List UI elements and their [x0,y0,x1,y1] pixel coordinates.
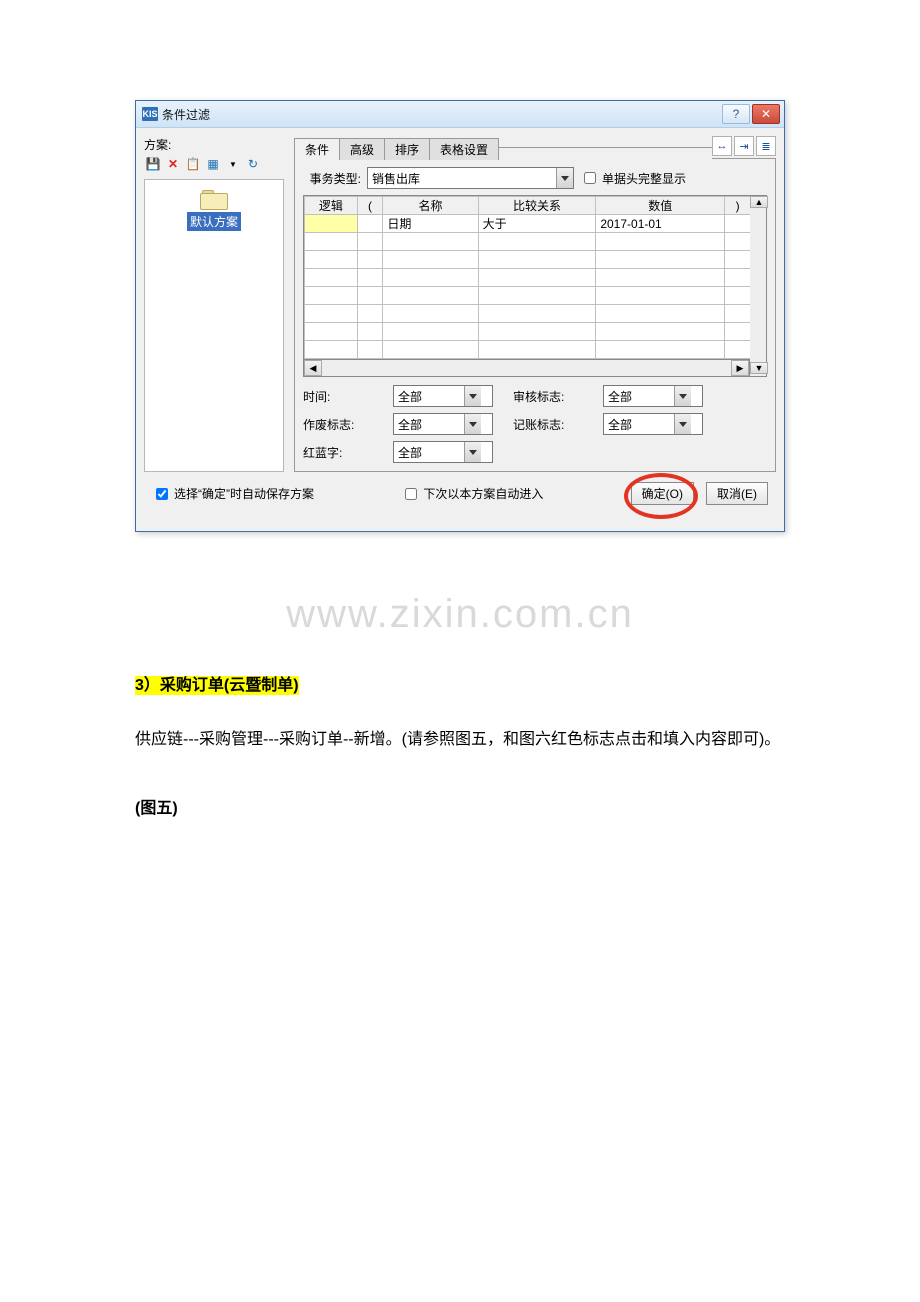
toolbar-icon-c[interactable]: ≣ [756,136,776,156]
horizontal-scrollbar[interactable]: ◀ ▶ [303,360,750,377]
delete-icon[interactable]: ✕ [164,155,182,173]
time-label: 时间: [303,388,373,405]
tab-bar: 条件 高级 排序 表格设置 [294,137,498,159]
audit-label: 审核标志: [513,388,583,405]
table-row [305,323,751,341]
filter-dialog-window: KIS 条件过滤 ? ✕ 方案: 💾 ✕ 📋 ▦ ▼ ↻ [135,100,785,532]
toolbar-icon-a[interactable]: ↔ [712,136,732,156]
scroll-right-icon[interactable]: ▶ [731,360,749,376]
copy-icon[interactable]: 📋 [184,155,202,173]
business-type-label: 事务类型: [303,170,361,187]
table-row[interactable]: 日期 大于 2017-01-01 [305,215,751,233]
col-name: 名称 [383,197,478,215]
tab-content: 事务类型: 单据头完整显示 [294,159,776,472]
table-row [305,287,751,305]
time-select[interactable] [393,385,493,407]
scheme-panel: 方案: 💾 ✕ 📋 ▦ ▼ ↻ 默认方案 [144,136,284,472]
col-logic: 逻辑 [305,197,358,215]
book-label: 记账标志: [513,416,583,433]
kis-icon: KIS [142,107,158,121]
tab-table-settings[interactable]: 表格设置 [429,138,499,160]
toolbar-icon-b[interactable]: ⇥ [734,136,754,156]
scheme-label: 方案: [144,136,284,153]
section-heading-3: 3）采购订单(云暨制单) [135,676,299,695]
business-type-select[interactable] [367,167,574,189]
chevron-down-icon[interactable] [464,386,481,406]
tab-condition[interactable]: 条件 [294,138,340,160]
table-row [305,233,751,251]
chevron-down-icon[interactable] [556,168,573,188]
refresh-icon[interactable]: ↻ [244,155,262,173]
table-row [305,305,751,323]
full-display-label: 单据头完整显示 [602,170,686,187]
figure5-caption: (图五) [135,790,785,828]
business-type-input[interactable] [368,169,556,187]
dropdown-icon[interactable]: ▼ [224,155,242,173]
table-row [305,341,751,359]
folder-icon [200,188,228,210]
grid-icon[interactable]: ▦ [204,155,222,173]
document-body: 3）采购订单(云暨制单) 供应链---采购管理---采购订单--新增。(请参照图… [135,667,785,828]
table-row [305,269,751,287]
scroll-left-icon[interactable]: ◀ [304,360,322,376]
default-scheme-item[interactable]: 默认方案 [187,212,241,231]
help-button[interactable]: ? [722,104,750,124]
auto-enter-checkbox[interactable]: 下次以本方案自动进入 [401,485,543,503]
tab-sort[interactable]: 排序 [384,138,430,160]
book-select[interactable] [603,413,703,435]
auto-save-checkbox[interactable]: 选择“确定”时自动保存方案 [152,485,314,503]
save-icon[interactable]: 💾 [144,155,162,173]
void-label: 作废标志: [303,416,373,433]
scheme-list[interactable]: 默认方案 [144,179,284,472]
window-title: 条件过滤 [162,106,720,123]
full-display-checkbox[interactable]: 单据头完整显示 [580,169,686,187]
col-value: 数值 [596,197,725,215]
paragraph-instruction: 供应链---采购管理---采购订单--新增。(请参照图五，和图六红色标志点击和填… [135,721,785,759]
col-rparen: ) [725,197,751,215]
scroll-up-icon[interactable]: ▲ [750,196,768,208]
close-button[interactable]: ✕ [752,104,780,124]
redblue-select[interactable] [393,441,493,463]
audit-select[interactable] [603,385,703,407]
table-row [305,251,751,269]
chevron-down-icon[interactable] [464,414,481,434]
titlebar: KIS 条件过滤 ? ✕ [136,101,784,128]
chevron-down-icon[interactable] [674,386,691,406]
vertical-scrollbar[interactable]: ▲ ▼ [750,195,767,377]
condition-grid[interactable]: 逻辑 ( 名称 比较关系 数值 ) [303,195,752,360]
scheme-toolbar: 💾 ✕ 📋 ▦ ▼ ↻ [144,155,284,173]
col-lparen: ( [357,197,383,215]
chevron-down-icon[interactable] [464,442,481,462]
ok-button[interactable]: 确定(O) [631,482,694,505]
cancel-button[interactable]: 取消(E) [706,482,768,505]
redblue-label: 红蓝字: [303,444,373,461]
void-select[interactable] [393,413,493,435]
watermark-text: www.zixin.com.cn [135,592,785,637]
scroll-down-icon[interactable]: ▼ [750,362,768,374]
grid-header-row: 逻辑 ( 名称 比较关系 数值 ) [305,197,751,215]
window-body: 方案: 💾 ✕ 📋 ▦ ▼ ↻ 默认方案 [136,128,784,531]
chevron-down-icon[interactable] [674,414,691,434]
col-compare: 比较关系 [478,197,596,215]
tab-advanced[interactable]: 高级 [339,138,385,160]
